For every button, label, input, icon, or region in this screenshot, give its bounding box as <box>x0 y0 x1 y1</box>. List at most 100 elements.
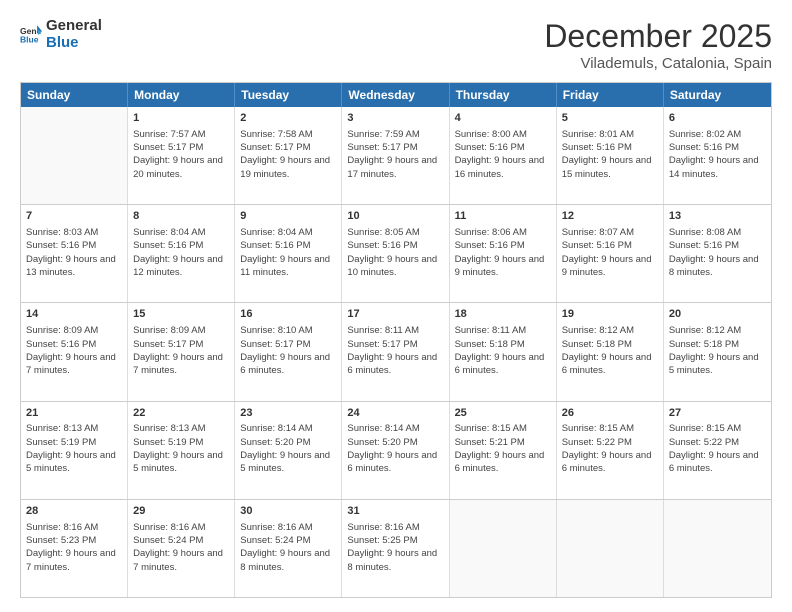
day-number: 16 <box>240 307 336 322</box>
calendar-row-0: 1 Sunrise: 7:57 AMSunset: 5:17 PMDaylight… <box>21 107 771 204</box>
logo-icon: General Blue <box>20 24 42 46</box>
day-number: 18 <box>455 307 551 322</box>
day-number: 28 <box>26 504 122 519</box>
day-cell-25: 25Sunrise: 8:15 AMSunset: 5:21 PMDayligh… <box>450 402 557 499</box>
day-info: Sunrise: 8:14 AMSunset: 5:20 PMDaylight:… <box>240 422 336 475</box>
day-info: Sunrise: 8:03 AMSunset: 5:16 PMDaylight:… <box>26 226 122 279</box>
day-cell-4: 4 Sunrise: 8:00 AMSunset: 5:16 PMDaylight… <box>450 107 557 204</box>
day-cell-29: 29 Sunrise: 8:16 AMSunset: 5:24 PMDayligh… <box>128 500 235 597</box>
day-number: 22 <box>133 406 229 421</box>
day-number: 19 <box>562 307 658 322</box>
day-cell-31: 31 Sunrise: 8:16 AMSunset: 5:25 PMDayligh… <box>342 500 449 597</box>
empty-cell <box>21 107 128 204</box>
day-info: Sunrise: 8:01 AMSunset: 5:16 PMDaylight:… <box>562 128 658 181</box>
day-info: Sunrise: 8:07 AMSunset: 5:16 PMDaylight:… <box>562 226 658 279</box>
day-info: Sunrise: 8:13 AMSunset: 5:19 PMDaylight:… <box>26 422 122 475</box>
calendar: SundayMondayTuesdayWednesdayThursdayFrid… <box>20 82 772 598</box>
day-cell-3: 3 Sunrise: 7:59 AMSunset: 5:17 PMDaylight… <box>342 107 449 204</box>
day-number: 5 <box>562 111 658 126</box>
day-cell-16: 16 Sunrise: 8:10 AMSunset: 5:17 PMDayligh… <box>235 303 342 400</box>
calendar-row-2: 14Sunrise: 8:09 AMSunset: 5:16 PMDayligh… <box>21 302 771 400</box>
day-cell-5: 5 Sunrise: 8:01 AMSunset: 5:16 PMDaylight… <box>557 107 664 204</box>
day-number: 27 <box>669 406 766 421</box>
day-cell-7: 7 Sunrise: 8:03 AMSunset: 5:16 PMDaylight… <box>21 205 128 302</box>
day-info: Sunrise: 8:11 AMSunset: 5:18 PMDaylight:… <box>455 324 551 377</box>
day-number: 3 <box>347 111 443 126</box>
day-number: 15 <box>133 307 229 322</box>
day-cell-9: 9Sunrise: 8:04 AMSunset: 5:16 PMDaylight… <box>235 205 342 302</box>
day-info: Sunrise: 8:00 AMSunset: 5:16 PMDaylight:… <box>455 128 551 181</box>
day-info: Sunrise: 8:15 AMSunset: 5:22 PMDaylight:… <box>669 422 766 475</box>
day-number: 31 <box>347 504 443 519</box>
day-number: 20 <box>669 307 766 322</box>
day-number: 7 <box>26 209 122 224</box>
day-info: Sunrise: 8:06 AMSunset: 5:16 PMDaylight:… <box>455 226 551 279</box>
day-cell-21: 21Sunrise: 8:13 AMSunset: 5:19 PMDayligh… <box>21 402 128 499</box>
day-cell-19: 19 Sunrise: 8:12 AMSunset: 5:18 PMDayligh… <box>557 303 664 400</box>
day-number: 2 <box>240 111 336 126</box>
day-cell-13: 13 Sunrise: 8:08 AMSunset: 5:16 PMDayligh… <box>664 205 771 302</box>
day-number: 29 <box>133 504 229 519</box>
day-info: Sunrise: 8:16 AMSunset: 5:25 PMDaylight:… <box>347 521 443 574</box>
day-info: Sunrise: 8:15 AMSunset: 5:21 PMDaylight:… <box>455 422 551 475</box>
day-number: 17 <box>347 307 443 322</box>
day-number: 13 <box>669 209 766 224</box>
day-number: 12 <box>562 209 658 224</box>
day-number: 8 <box>133 209 229 224</box>
day-info: Sunrise: 7:59 AMSunset: 5:17 PMDaylight:… <box>347 128 443 181</box>
day-cell-28: 28Sunrise: 8:16 AMSunset: 5:23 PMDayligh… <box>21 500 128 597</box>
empty-cell <box>450 500 557 597</box>
day-info: Sunrise: 8:14 AMSunset: 5:20 PMDaylight:… <box>347 422 443 475</box>
day-info: Sunrise: 8:13 AMSunset: 5:19 PMDaylight:… <box>133 422 229 475</box>
day-number: 21 <box>26 406 122 421</box>
day-cell-17: 17 Sunrise: 8:11 AMSunset: 5:17 PMDayligh… <box>342 303 449 400</box>
header: General Blue General Blue December 2025 … <box>20 18 772 72</box>
header-day-sunday: Sunday <box>21 83 128 107</box>
day-number: 4 <box>455 111 551 126</box>
empty-cell <box>664 500 771 597</box>
day-number: 26 <box>562 406 658 421</box>
day-number: 23 <box>240 406 336 421</box>
day-cell-1: 1 Sunrise: 7:57 AMSunset: 5:17 PMDaylight… <box>128 107 235 204</box>
day-cell-18: 18 Sunrise: 8:11 AMSunset: 5:18 PMDayligh… <box>450 303 557 400</box>
day-cell-14: 14Sunrise: 8:09 AMSunset: 5:16 PMDayligh… <box>21 303 128 400</box>
day-cell-30: 30Sunrise: 8:16 AMSunset: 5:24 PMDayligh… <box>235 500 342 597</box>
logo: General Blue General Blue <box>20 18 102 51</box>
main-title: December 2025 <box>544 18 772 55</box>
day-number: 25 <box>455 406 551 421</box>
day-number: 10 <box>347 209 443 224</box>
empty-cell <box>557 500 664 597</box>
day-number: 1 <box>133 111 229 126</box>
day-cell-12: 12 Sunrise: 8:07 AMSunset: 5:16 PMDayligh… <box>557 205 664 302</box>
header-day-wednesday: Wednesday <box>342 83 449 107</box>
day-info: Sunrise: 8:04 AMSunset: 5:16 PMDaylight:… <box>240 226 336 279</box>
day-info: Sunrise: 8:08 AMSunset: 5:16 PMDaylight:… <box>669 226 766 279</box>
day-cell-2: 2Sunrise: 7:58 AMSunset: 5:17 PMDaylight… <box>235 107 342 204</box>
header-day-thursday: Thursday <box>450 83 557 107</box>
day-info: Sunrise: 8:10 AMSunset: 5:17 PMDaylight:… <box>240 324 336 377</box>
page: General Blue General Blue December 2025 … <box>0 0 792 612</box>
day-cell-23: 23Sunrise: 8:14 AMSunset: 5:20 PMDayligh… <box>235 402 342 499</box>
day-info: Sunrise: 8:16 AMSunset: 5:24 PMDaylight:… <box>133 521 229 574</box>
logo-general: General <box>46 18 102 35</box>
day-cell-26: 26Sunrise: 8:15 AMSunset: 5:22 PMDayligh… <box>557 402 664 499</box>
day-info: Sunrise: 8:02 AMSunset: 5:16 PMDaylight:… <box>669 128 766 181</box>
day-number: 11 <box>455 209 551 224</box>
day-info: Sunrise: 8:12 AMSunset: 5:18 PMDaylight:… <box>562 324 658 377</box>
day-info: Sunrise: 8:12 AMSunset: 5:18 PMDaylight:… <box>669 324 766 377</box>
day-info: Sunrise: 7:57 AMSunset: 5:17 PMDaylight:… <box>133 128 229 181</box>
calendar-body: 1 Sunrise: 7:57 AMSunset: 5:17 PMDaylight… <box>21 107 771 597</box>
calendar-header: SundayMondayTuesdayWednesdayThursdayFrid… <box>21 83 771 107</box>
day-info: Sunrise: 8:09 AMSunset: 5:16 PMDaylight:… <box>26 324 122 377</box>
day-cell-15: 15 Sunrise: 8:09 AMSunset: 5:17 PMDayligh… <box>128 303 235 400</box>
day-cell-6: 6Sunrise: 8:02 AMSunset: 5:16 PMDaylight… <box>664 107 771 204</box>
day-number: 24 <box>347 406 443 421</box>
day-info: Sunrise: 8:09 AMSunset: 5:17 PMDaylight:… <box>133 324 229 377</box>
day-info: Sunrise: 8:11 AMSunset: 5:17 PMDaylight:… <box>347 324 443 377</box>
day-info: Sunrise: 8:04 AMSunset: 5:16 PMDaylight:… <box>133 226 229 279</box>
logo-blue: Blue <box>46 35 102 52</box>
day-cell-27: 27Sunrise: 8:15 AMSunset: 5:22 PMDayligh… <box>664 402 771 499</box>
svg-text:Blue: Blue <box>20 34 39 44</box>
day-cell-24: 24Sunrise: 8:14 AMSunset: 5:20 PMDayligh… <box>342 402 449 499</box>
day-cell-10: 10Sunrise: 8:05 AMSunset: 5:16 PMDayligh… <box>342 205 449 302</box>
